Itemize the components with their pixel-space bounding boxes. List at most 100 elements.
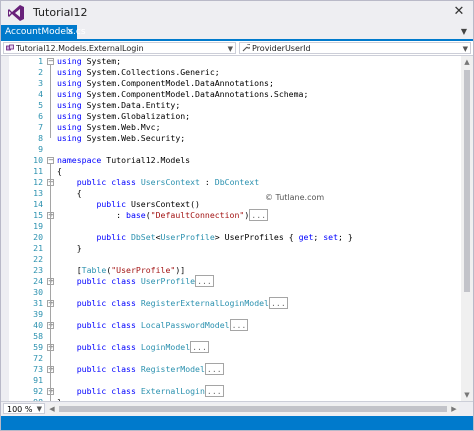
tab-dropdown-icon[interactable]: ▼ xyxy=(461,25,467,39)
member-dropdown[interactable]: ProviderUserId ▼ xyxy=(239,42,471,54)
code-token: class xyxy=(111,342,136,352)
code-token: using xyxy=(57,122,82,132)
code-line[interactable]: 31 + public class RegisterExternalLoginMo… xyxy=(1,297,459,309)
code-line[interactable]: 20 public DbSet<UserProfile> UserProfile… xyxy=(1,232,459,243)
line-number: 22 xyxy=(33,254,43,264)
code-token: public xyxy=(76,386,107,396)
code-line[interactable]: 30 xyxy=(1,287,459,298)
tab-account-models[interactable]: AccountModels.cs × xyxy=(1,25,86,39)
code-line[interactable]: 9 xyxy=(1,144,459,155)
code-line[interactable]: 1− using System; xyxy=(1,56,459,67)
collapsed-region[interactable]: ... xyxy=(204,385,224,397)
code-token: ; xyxy=(313,232,324,242)
collapse-outline-icon[interactable]: − xyxy=(47,157,54,164)
window-close-icon[interactable]: ✕ xyxy=(451,4,467,20)
code-token: UserProfile xyxy=(160,232,215,242)
code-token: using xyxy=(57,67,82,77)
code-line[interactable]: 12− public class UsersContext : DbContex… xyxy=(1,177,459,188)
code-line[interactable]: 2 using System.Collections.Generic; xyxy=(1,67,459,78)
type-dropdown[interactable]: Tutorial12.Models.ExternalLogin ▼ xyxy=(3,42,236,54)
code-token: ; } xyxy=(338,232,353,242)
code-line[interactable]: 73 + public class RegisterModel... xyxy=(1,363,459,375)
code-token: } xyxy=(57,243,82,253)
code-line[interactable]: 59 + public class LoginModel... xyxy=(1,341,459,353)
code-line[interactable]: 8 using System.Web.Security; xyxy=(1,133,459,144)
code-token: ExternalLogin xyxy=(140,386,205,396)
code-token: public xyxy=(76,276,107,286)
line-number: 2 xyxy=(38,67,43,77)
wrench-icon xyxy=(242,44,250,52)
code-line[interactable]: 91 xyxy=(1,375,459,386)
code-token: Tutorial12.Models xyxy=(101,155,191,165)
code-text: public DbSet<UserProfile> UserProfiles {… xyxy=(57,232,353,243)
scroll-right-icon[interactable]: ▶ xyxy=(449,404,459,414)
zoom-dropdown[interactable]: 100 % ▼ xyxy=(3,403,45,414)
line-number: 12 xyxy=(33,177,43,187)
code-text: public class LocalPasswordModel... xyxy=(57,319,249,331)
code-token: DbContext xyxy=(214,177,260,187)
code-editor[interactable]: © Tutlane.com 1− using System; 2 using Syst… xyxy=(1,56,461,418)
code-line[interactable]: 13 { xyxy=(1,188,459,199)
horizontal-scrollbar[interactable]: ◀ ▶ xyxy=(47,404,459,414)
code-token: get xyxy=(298,232,314,242)
scroll-down-icon[interactable]: ▼ xyxy=(461,389,473,401)
editor-bottom-bar: 100 % ▼ ◀ ▶ xyxy=(1,401,473,416)
code-line[interactable]: 22 xyxy=(1,254,459,265)
code-line[interactable]: 6 using System.Globalization; xyxy=(1,111,459,122)
code-line[interactable]: 58 xyxy=(1,331,459,342)
code-line[interactable]: 4 using System.ComponentModel.DataAnnotat… xyxy=(1,89,459,100)
line-number: 39 xyxy=(33,309,43,319)
code-line[interactable]: 11 { xyxy=(1,166,459,177)
line-number: 10 xyxy=(33,155,43,165)
code-token: using xyxy=(57,56,82,66)
collapsed-region[interactable]: ... xyxy=(229,319,249,331)
code-line[interactable]: 5 using System.Data.Entity; xyxy=(1,100,459,111)
code-line[interactable]: 15 + : base("DefaultConnection")... xyxy=(1,209,459,221)
collapsed-region[interactable]: ... xyxy=(190,341,209,353)
code-token: class xyxy=(111,276,136,286)
code-token: using xyxy=(57,133,82,143)
code-token: base xyxy=(126,210,146,220)
code-line[interactable]: 10− namespace Tutorial12.Models xyxy=(1,155,459,166)
code-token: : xyxy=(57,210,127,220)
collapsed-region[interactable]: ... xyxy=(204,363,224,375)
line-number: 3 xyxy=(38,78,43,88)
code-line[interactable]: 3 using System.ComponentModel.DataAnnotat… xyxy=(1,78,459,89)
collapse-outline-icon[interactable]: − xyxy=(47,58,54,65)
code-line[interactable]: 92 + public class ExternalLogin... xyxy=(1,385,459,397)
chevron-down-icon: ▼ xyxy=(227,45,233,53)
code-token: using xyxy=(57,100,82,110)
outline-guide xyxy=(50,65,51,138)
code-text: using System.Data.Entity; xyxy=(57,100,180,111)
code-line[interactable]: 40 + public class LocalPasswordModel... xyxy=(1,319,459,331)
horizontal-scroll-thumb[interactable] xyxy=(59,406,447,412)
code-token: System.Web.Mvc; xyxy=(81,122,161,132)
code-token: "DefaultConnection" xyxy=(150,210,245,220)
line-number: 73 xyxy=(33,364,43,374)
code-line[interactable]: 19 xyxy=(1,221,459,232)
code-token: LoginModel xyxy=(140,342,191,352)
scroll-left-icon[interactable]: ◀ xyxy=(47,404,57,414)
code-line[interactable]: 7 using System.Web.Mvc; xyxy=(1,122,459,133)
code-line[interactable]: 21 } xyxy=(1,243,459,254)
line-number: 8 xyxy=(38,133,43,143)
code-line[interactable]: 14 public UsersContext() xyxy=(1,199,459,210)
line-number: 15 xyxy=(33,210,43,220)
line-number: 40 xyxy=(33,320,43,330)
code-line[interactable]: 23 [Table("UserProfile")] xyxy=(1,265,459,276)
scroll-up-icon[interactable]: ▲ xyxy=(461,56,473,68)
collapsed-region[interactable]: ... xyxy=(249,209,269,221)
code-line[interactable]: 24 + public class UserProfile... xyxy=(1,275,459,287)
vertical-scrollbar[interactable]: ▲ ▼ xyxy=(461,56,473,401)
zoom-level: 100 % xyxy=(7,405,33,414)
collapsed-region[interactable]: ... xyxy=(269,297,288,309)
tab-close-icon[interactable]: × xyxy=(66,25,74,39)
code-line[interactable]: 72 xyxy=(1,353,459,364)
collapsed-region[interactable]: ... xyxy=(195,275,214,287)
code-token: )] xyxy=(175,265,186,275)
code-token: "UserProfile" xyxy=(111,265,176,275)
vertical-scroll-thumb[interactable] xyxy=(464,70,470,292)
